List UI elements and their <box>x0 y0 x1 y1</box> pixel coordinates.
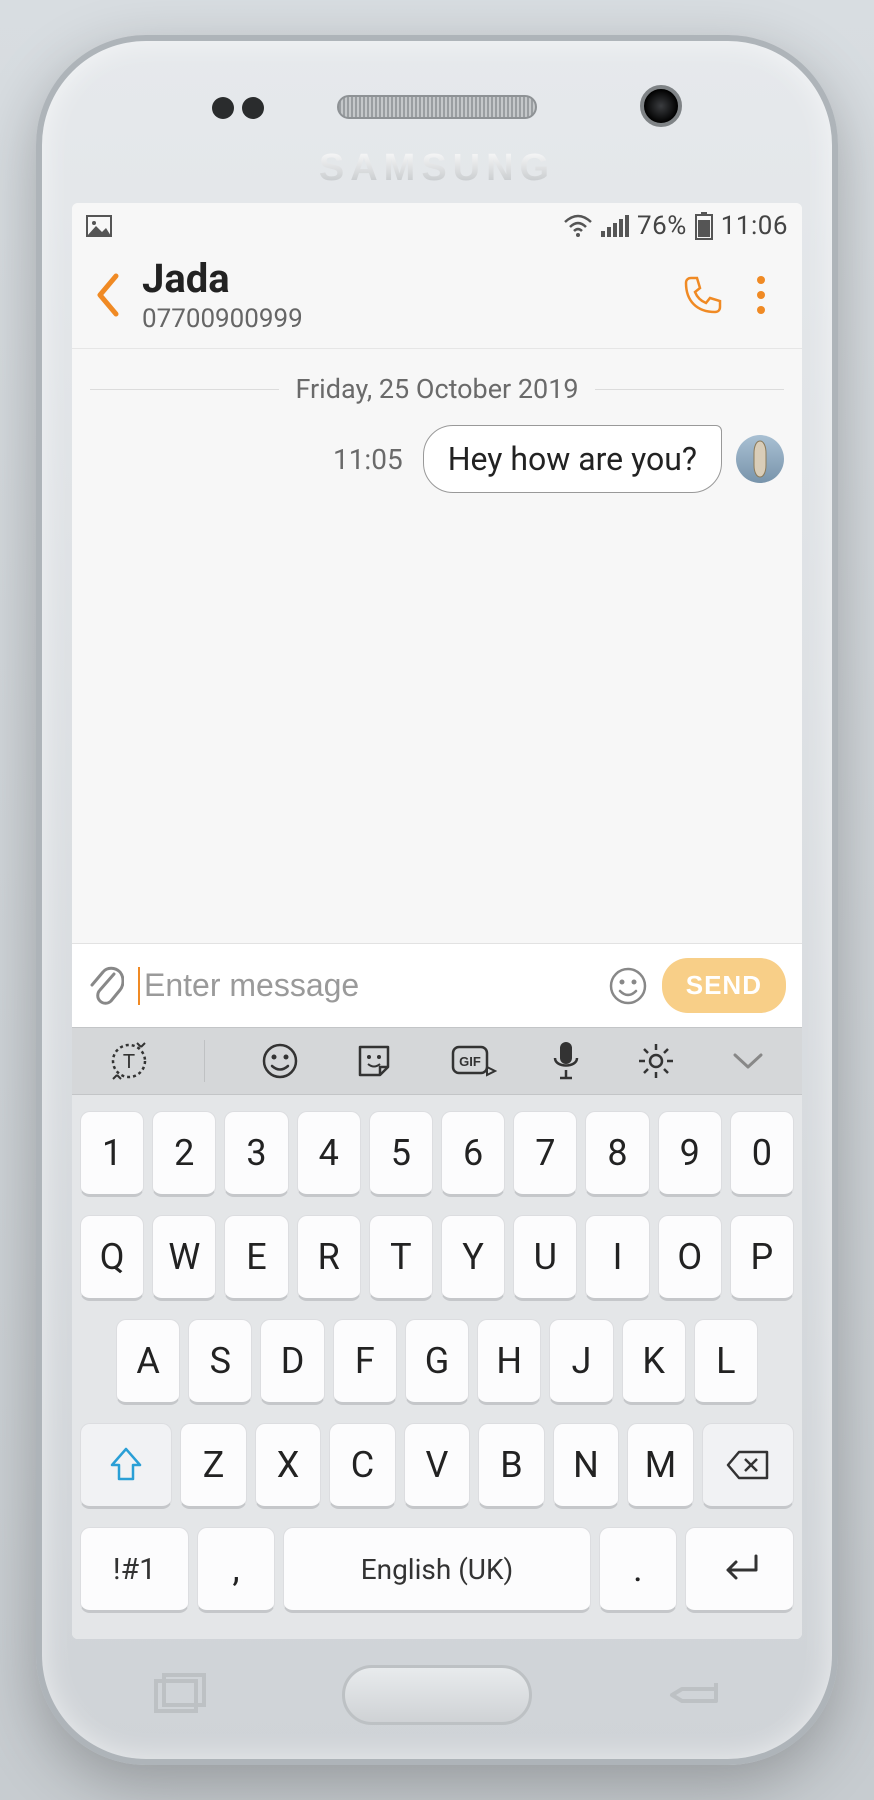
key-5[interactable]: 5 <box>369 1111 433 1197</box>
key-f[interactable]: F <box>333 1319 397 1405</box>
key-enter[interactable] <box>685 1527 794 1613</box>
avatar[interactable] <box>736 435 784 483</box>
key-r[interactable]: R <box>297 1215 361 1301</box>
back-icon[interactable] <box>78 272 138 318</box>
toolbar-separator <box>204 1040 205 1082</box>
message-bubble[interactable]: Hey how are you? <box>423 425 722 493</box>
send-button[interactable]: SEND <box>662 958 786 1013</box>
contact-block[interactable]: Jada 07700900999 <box>138 255 666 334</box>
key-4[interactable]: 4 <box>297 1111 361 1197</box>
key-s[interactable]: S <box>188 1319 252 1405</box>
gif-tool-icon[interactable]: GIF <box>449 1041 497 1081</box>
key-shift[interactable] <box>80 1423 172 1509</box>
screen: 76% 11:06 Jada 07700900999 <box>72 203 802 1639</box>
key-z[interactable]: Z <box>180 1423 246 1509</box>
key-1[interactable]: 1 <box>80 1111 144 1197</box>
key-c[interactable]: C <box>329 1423 395 1509</box>
keyboard: 1234567890 QWERTYUIOP ASDFGHJKL ZXCVBNM … <box>72 1095 802 1639</box>
front-camera <box>640 85 682 127</box>
composer: SEND <box>72 943 802 1027</box>
key-x[interactable]: X <box>255 1423 321 1509</box>
key-6[interactable]: 6 <box>441 1111 505 1197</box>
svg-text:GIF: GIF <box>459 1054 481 1069</box>
hardware-nav <box>42 1665 832 1725</box>
message-input[interactable] <box>144 967 594 1004</box>
hw-recent-icon[interactable] <box>152 1673 208 1717</box>
chat-header: Jada 07700900999 <box>72 249 802 349</box>
date-separator: Friday, 25 October 2019 <box>90 373 784 405</box>
message-thread[interactable]: Friday, 25 October 2019 11:05 Hey how ar… <box>72 349 802 943</box>
key-space[interactable]: English (UK) <box>283 1527 590 1613</box>
key-y[interactable]: Y <box>441 1215 505 1301</box>
hw-home-button[interactable] <box>342 1665 532 1725</box>
speaker-grille <box>337 95 537 119</box>
settings-tool-icon[interactable] <box>636 1041 676 1081</box>
message-row[interactable]: 11:05 Hey how are you? <box>90 425 784 493</box>
battery-icon <box>695 212 713 240</box>
hw-back-icon[interactable] <box>666 1675 722 1715</box>
key-0[interactable]: 0 <box>730 1111 794 1197</box>
text-tool-icon[interactable]: T <box>109 1041 149 1081</box>
key-b[interactable]: B <box>478 1423 544 1509</box>
attach-icon[interactable] <box>88 964 124 1008</box>
key-j[interactable]: J <box>549 1319 613 1405</box>
battery-percent: 76% <box>637 211 687 241</box>
key-h[interactable]: H <box>477 1319 541 1405</box>
clock-time: 11:06 <box>721 211 788 241</box>
message-time: 11:05 <box>333 443 403 476</box>
key-9[interactable]: 9 <box>658 1111 722 1197</box>
emoji-tool-icon[interactable] <box>260 1041 300 1081</box>
sensor-dot <box>242 97 264 119</box>
date-label: Friday, 25 October 2019 <box>295 373 578 405</box>
brand-logo: SAMSUNG <box>319 147 555 190</box>
key-u[interactable]: U <box>513 1215 577 1301</box>
key-t[interactable]: T <box>369 1215 433 1301</box>
sensor-dot <box>212 97 234 119</box>
key-symbols[interactable]: !#1 <box>80 1527 189 1613</box>
contact-name: Jada <box>142 255 666 302</box>
key-l[interactable]: L <box>694 1319 758 1405</box>
key-period[interactable]: . <box>599 1527 677 1613</box>
key-backspace[interactable] <box>702 1423 794 1509</box>
phone-bezel: SAMSUNG 76% 11:06 <box>36 35 838 1765</box>
key-o[interactable]: O <box>658 1215 722 1301</box>
key-i[interactable]: I <box>585 1215 649 1301</box>
contact-number: 07700900999 <box>142 304 666 334</box>
more-icon[interactable] <box>740 274 782 316</box>
status-bar: 76% 11:06 <box>72 203 802 249</box>
key-comma[interactable]: , <box>197 1527 275 1613</box>
key-v[interactable]: V <box>404 1423 470 1509</box>
key-q[interactable]: Q <box>80 1215 144 1301</box>
svg-text:T: T <box>123 1051 135 1073</box>
key-p[interactable]: P <box>730 1215 794 1301</box>
key-a[interactable]: A <box>116 1319 180 1405</box>
collapse-keyboard-icon[interactable] <box>731 1051 765 1071</box>
sticker-tool-icon[interactable] <box>354 1041 394 1081</box>
key-2[interactable]: 2 <box>152 1111 216 1197</box>
key-k[interactable]: K <box>622 1319 686 1405</box>
key-7[interactable]: 7 <box>513 1111 577 1197</box>
key-d[interactable]: D <box>260 1319 324 1405</box>
key-w[interactable]: W <box>152 1215 216 1301</box>
mic-tool-icon[interactable] <box>551 1040 581 1082</box>
keyboard-toolbar: T GIF <box>72 1027 802 1095</box>
emoji-icon[interactable] <box>608 966 648 1006</box>
text-cursor <box>138 967 140 1005</box>
key-8[interactable]: 8 <box>585 1111 649 1197</box>
key-n[interactable]: N <box>553 1423 619 1509</box>
picture-icon <box>86 215 112 237</box>
key-e[interactable]: E <box>224 1215 288 1301</box>
call-icon[interactable] <box>666 274 740 316</box>
key-3[interactable]: 3 <box>224 1111 288 1197</box>
wifi-icon <box>563 214 593 238</box>
key-m[interactable]: M <box>627 1423 693 1509</box>
signal-icon <box>601 215 629 237</box>
key-g[interactable]: G <box>405 1319 469 1405</box>
